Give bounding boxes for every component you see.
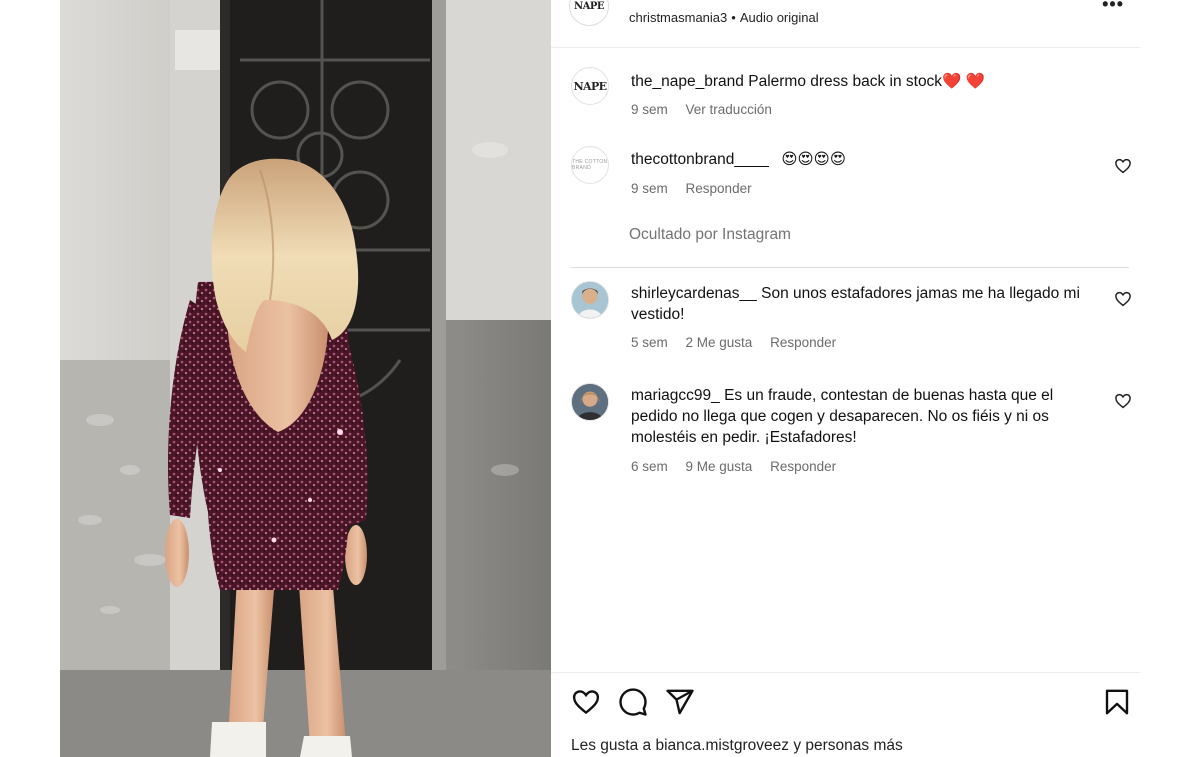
- comment-time[interactable]: 6 sem: [631, 459, 668, 474]
- likes-user[interactable]: bianca.mistgroveez: [655, 737, 789, 754]
- likes-summary[interactable]: Les gusta a bianca.mistgroveez y persona…: [571, 737, 903, 755]
- post-image: [60, 0, 551, 757]
- comment-username[interactable]: the_nape_brand: [631, 73, 744, 90]
- post-photo[interactable]: [60, 0, 551, 757]
- avatar-text: THE COTTON BRAND: [572, 159, 608, 171]
- reply-button[interactable]: Responder: [770, 459, 836, 474]
- divider: [571, 267, 1129, 268]
- likes-suffix: y personas más: [793, 737, 903, 754]
- avatar-photo: [572, 282, 608, 318]
- comment-meta: 6 sem 9 Me gusta Responder: [631, 459, 850, 474]
- comment-emoji: 😍😍😍😍: [781, 151, 846, 168]
- hidden-comments-toggle[interactable]: Ocultado por Instagram: [629, 226, 791, 244]
- heart-icon[interactable]: [571, 687, 601, 717]
- more-horizontal-icon[interactable]: •••: [1102, 0, 1124, 15]
- audio-info[interactable]: christmasmania3 • Audio original: [629, 10, 819, 25]
- comment-icon[interactable]: [618, 687, 648, 717]
- avatar-text: NAPE: [573, 79, 607, 93]
- avatar[interactable]: NAPE: [571, 67, 609, 105]
- heart-icon[interactable]: [1114, 290, 1132, 308]
- heart-icon[interactable]: [1114, 157, 1132, 175]
- comment-body: shirleycardenas__ Son unos estafadores j…: [631, 283, 1101, 325]
- post-actions: Les gusta a bianca.mistgroveez y persona…: [551, 672, 1140, 757]
- avatar-photo: [572, 384, 608, 420]
- avatar[interactable]: [571, 383, 609, 421]
- post-header: NAPE christmasmania3 • Audio original •••: [551, 0, 1140, 48]
- comment-time[interactable]: 9 sem: [631, 181, 668, 196]
- separator: •: [731, 10, 736, 25]
- likes-prefix: Les gusta a: [571, 737, 652, 754]
- audio-username[interactable]: christmasmania3: [629, 10, 727, 25]
- comment-meta: 5 sem 2 Me gusta Responder: [631, 335, 850, 350]
- share-icon[interactable]: [665, 687, 695, 717]
- comment-likes[interactable]: 9 Me gusta: [686, 459, 753, 474]
- comment-meta: 9 sem Ver traducción: [631, 102, 786, 117]
- reply-button[interactable]: Responder: [770, 335, 836, 350]
- comment-username[interactable]: mariagcc99_: [631, 387, 720, 404]
- brand-logo-text: NAPE: [573, 0, 605, 12]
- comments-panel: NAPE christmasmania3 • Audio original ••• …: [551, 0, 1140, 757]
- avatar[interactable]: [571, 281, 609, 319]
- comment-time[interactable]: 9 sem: [631, 102, 668, 117]
- heart-icon[interactable]: [1114, 392, 1132, 410]
- comment-likes[interactable]: 2 Me gusta: [686, 335, 753, 350]
- translate-link[interactable]: Ver traducción: [686, 102, 772, 117]
- comment-text: Palermo dress back in stock: [748, 73, 943, 90]
- avatar[interactable]: THE COTTON BRAND: [571, 146, 609, 184]
- comment-emoji: ❤️ ❤️: [942, 73, 985, 90]
- audio-label[interactable]: Audio original: [740, 10, 819, 25]
- brand-avatar[interactable]: NAPE: [569, 0, 609, 26]
- comment-meta: 9 sem Responder: [631, 181, 766, 196]
- comment-body: thecottonbrand____ 😍😍😍😍: [631, 149, 1101, 170]
- bookmark-icon[interactable]: [1102, 687, 1132, 717]
- comment-time[interactable]: 5 sem: [631, 335, 668, 350]
- comment-body: the_nape_brand Palermo dress back in sto…: [631, 71, 1101, 92]
- comment-body: mariagcc99_ Es un fraude, contestan de b…: [631, 385, 1101, 448]
- comment-username[interactable]: shirleycardenas__: [631, 285, 757, 302]
- comment-username[interactable]: thecottonbrand____: [631, 151, 769, 168]
- reply-button[interactable]: Responder: [686, 181, 752, 196]
